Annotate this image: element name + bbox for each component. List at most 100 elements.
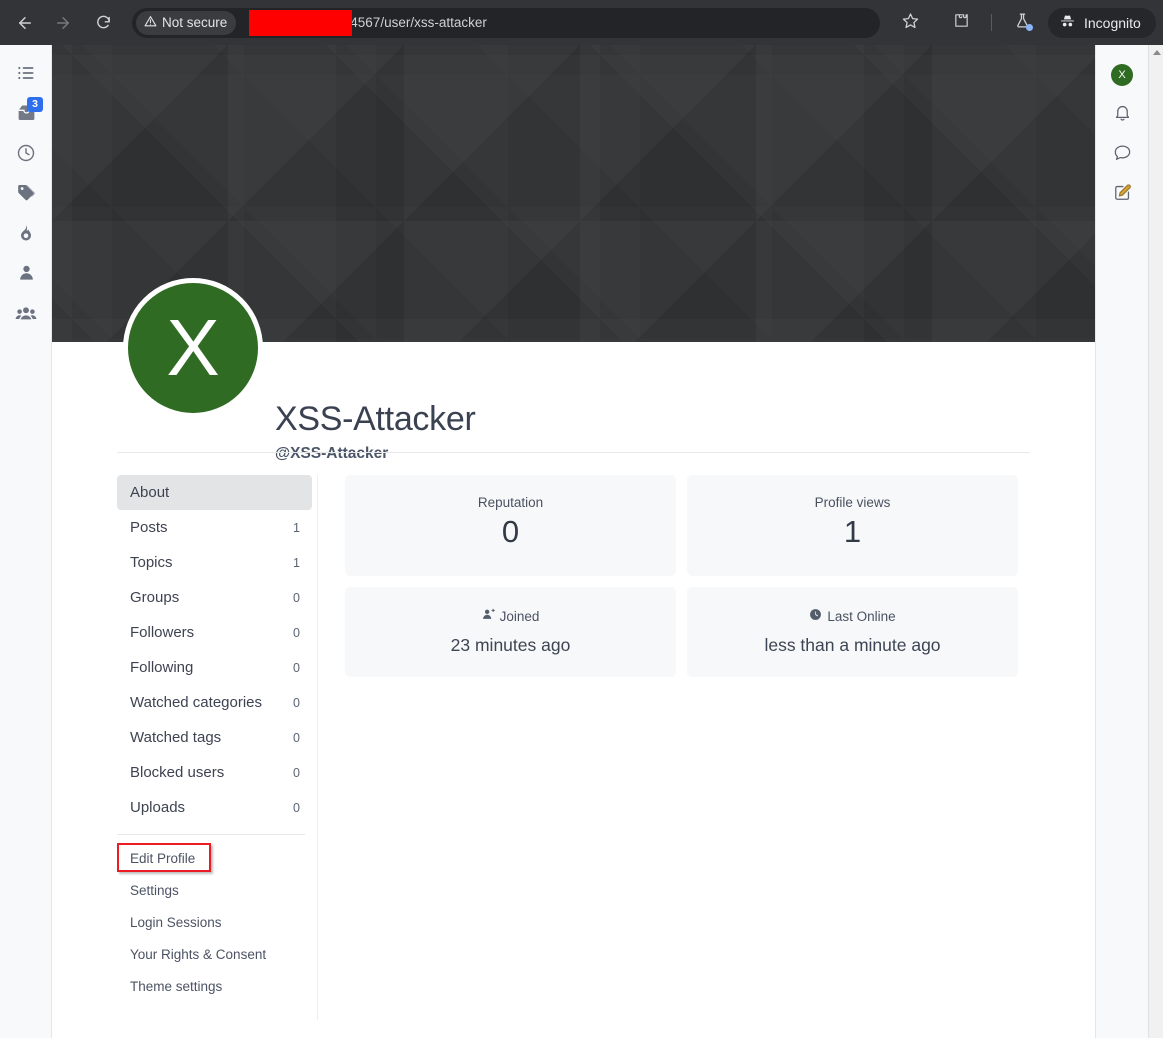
page-title: XSS-Attacker xyxy=(275,400,476,438)
profile-nav-label: Watched tags xyxy=(130,729,222,746)
compose-icon xyxy=(1113,183,1132,207)
right-sidebar-compose[interactable] xyxy=(1096,175,1148,215)
profile-nav-divider xyxy=(117,834,305,835)
stat-card-profile-views: Profile views 1 xyxy=(687,475,1018,576)
joined-label-row: Joined xyxy=(482,608,540,624)
incognito-indicator[interactable]: Incognito xyxy=(1048,7,1156,38)
profile-nav-count: 0 xyxy=(293,765,300,780)
profile-nav-item-followers[interactable]: Followers 0 xyxy=(117,615,312,650)
triangle-up-icon xyxy=(1152,50,1161,55)
clock-icon xyxy=(16,143,36,168)
avatar-icon: X xyxy=(1111,64,1133,86)
bookmark-button[interactable] xyxy=(894,7,926,39)
page-scrollbar[interactable] xyxy=(1148,45,1163,1038)
app-left-sidebar: 3 xyxy=(0,45,52,1038)
sidebar-item-groups[interactable] xyxy=(0,295,52,335)
tags-icon xyxy=(16,182,37,208)
edit-profile-link[interactable]: Edit Profile xyxy=(117,842,312,874)
profile-nav-count: 1 xyxy=(293,520,300,535)
profile-nav-item-posts[interactable]: Posts 1 xyxy=(117,510,312,545)
joined-value: 23 minutes ago xyxy=(450,635,571,655)
chat-bubble-icon xyxy=(1113,143,1132,167)
header-divider xyxy=(117,452,1030,453)
address-bar[interactable]: Not secure 4567/user/xss-attacker xyxy=(132,7,880,38)
warning-triangle-icon xyxy=(144,15,157,31)
profile-nav-item-topics[interactable]: Topics 1 xyxy=(117,545,312,580)
url-text: 4567/user/xss-attacker xyxy=(350,15,487,30)
right-sidebar-profile-avatar[interactable]: X xyxy=(1096,55,1148,95)
profile-nav-label: Posts xyxy=(130,519,168,536)
extensions-button[interactable] xyxy=(945,7,977,39)
sidebar-item-tags[interactable] xyxy=(0,175,52,215)
last-online-value: less than a minute ago xyxy=(764,635,941,655)
login-sessions-label: Login Sessions xyxy=(130,914,222,930)
sidebar-item-user[interactable] xyxy=(0,255,52,295)
profile-nav-item-watched-tags[interactable]: Watched tags 0 xyxy=(117,720,312,755)
profile-nav-label: About xyxy=(130,484,170,501)
reputation-label: Reputation xyxy=(477,495,544,510)
profile-nav-count: 0 xyxy=(293,730,300,745)
profile-nav-count: 0 xyxy=(293,660,300,675)
list-icon xyxy=(16,63,36,88)
profile-nav-item-uploads[interactable]: Uploads 0 xyxy=(117,790,312,825)
profile-nav-item-following[interactable]: Following 0 xyxy=(117,650,312,685)
profile-nav-item-watched-categories[interactable]: Watched categories 0 xyxy=(117,685,312,720)
users-group-icon xyxy=(15,302,37,329)
back-button[interactable] xyxy=(9,7,41,39)
profile-nav-label: Blocked users xyxy=(130,764,225,781)
security-status-label: Not secure xyxy=(162,15,228,30)
profile-nav-label: Topics xyxy=(130,554,173,571)
flame-icon xyxy=(16,223,36,248)
theme-settings-link[interactable]: Theme settings xyxy=(117,970,312,1002)
stat-card-last-online: Last Online less than a minute ago xyxy=(687,587,1018,677)
profile-nav-count: 0 xyxy=(293,695,300,710)
right-sidebar-chats[interactable] xyxy=(1096,135,1148,175)
sidebar-item-categories[interactable] xyxy=(0,55,52,95)
url-redaction-block xyxy=(249,9,352,36)
profile-nav-count: 0 xyxy=(293,590,300,605)
incognito-label: Incognito xyxy=(1084,14,1141,31)
user-icon xyxy=(17,263,36,287)
profile-nav: About Posts 1 Topics 1 Groups 0 Follower… xyxy=(117,475,312,1002)
last-online-label: Last Online xyxy=(827,608,896,624)
arrow-left-icon xyxy=(16,14,34,32)
bell-icon xyxy=(1113,103,1132,127)
sidebar-item-recent[interactable] xyxy=(0,135,52,175)
profile-nav-item-groups[interactable]: Groups 0 xyxy=(117,580,312,615)
stat-card-joined: Joined 23 minutes ago xyxy=(345,587,676,677)
stat-card-reputation: Reputation 0 xyxy=(345,475,676,576)
profile-nav-label: Groups xyxy=(130,589,180,606)
settings-link[interactable]: Settings xyxy=(117,874,312,906)
login-sessions-link[interactable]: Login Sessions xyxy=(117,906,312,938)
profile-views-label: Profile views xyxy=(814,495,891,510)
forward-button[interactable] xyxy=(47,7,79,39)
avatar[interactable]: X xyxy=(123,278,263,418)
profile-nav-label: Watched categories xyxy=(130,694,263,711)
profile-views-value: 1 xyxy=(843,514,862,549)
main-content: X XSS-Attacker @XSS-Attacker About Posts… xyxy=(52,45,1095,1038)
profile-nav-label: Uploads xyxy=(130,799,186,816)
profile-nav-item-about[interactable]: About xyxy=(117,475,312,510)
rights-consent-link[interactable]: Your Rights & Consent xyxy=(117,938,312,970)
rights-consent-label: Your Rights & Consent xyxy=(130,946,267,962)
puzzle-piece-icon xyxy=(953,12,970,34)
browser-toolbar: Not secure 4567/user/xss-attacker Incogn… xyxy=(0,0,1163,45)
reload-button[interactable] xyxy=(87,7,119,39)
toolbar-divider xyxy=(991,14,992,31)
sidebar-item-unread[interactable]: 3 xyxy=(0,95,52,135)
labs-notification-dot xyxy=(1026,23,1033,31)
security-status-badge[interactable]: Not secure xyxy=(136,10,237,35)
sidebar-item-popular[interactable] xyxy=(0,215,52,255)
labs-button[interactable] xyxy=(1006,7,1038,39)
right-sidebar-notifications[interactable] xyxy=(1096,95,1148,135)
profile-nav-item-blocked-users[interactable]: Blocked users 0 xyxy=(117,755,312,790)
user-plus-icon xyxy=(482,608,495,624)
column-divider xyxy=(317,475,318,1020)
unread-badge: 3 xyxy=(27,97,43,112)
settings-label: Settings xyxy=(130,882,179,898)
joined-label: Joined xyxy=(499,608,540,624)
edit-profile-label: Edit Profile xyxy=(130,850,196,866)
incognito-hat-icon xyxy=(1059,13,1076,33)
profile-nav-label: Followers xyxy=(130,624,195,641)
scroll-up-arrow[interactable] xyxy=(1149,45,1163,60)
